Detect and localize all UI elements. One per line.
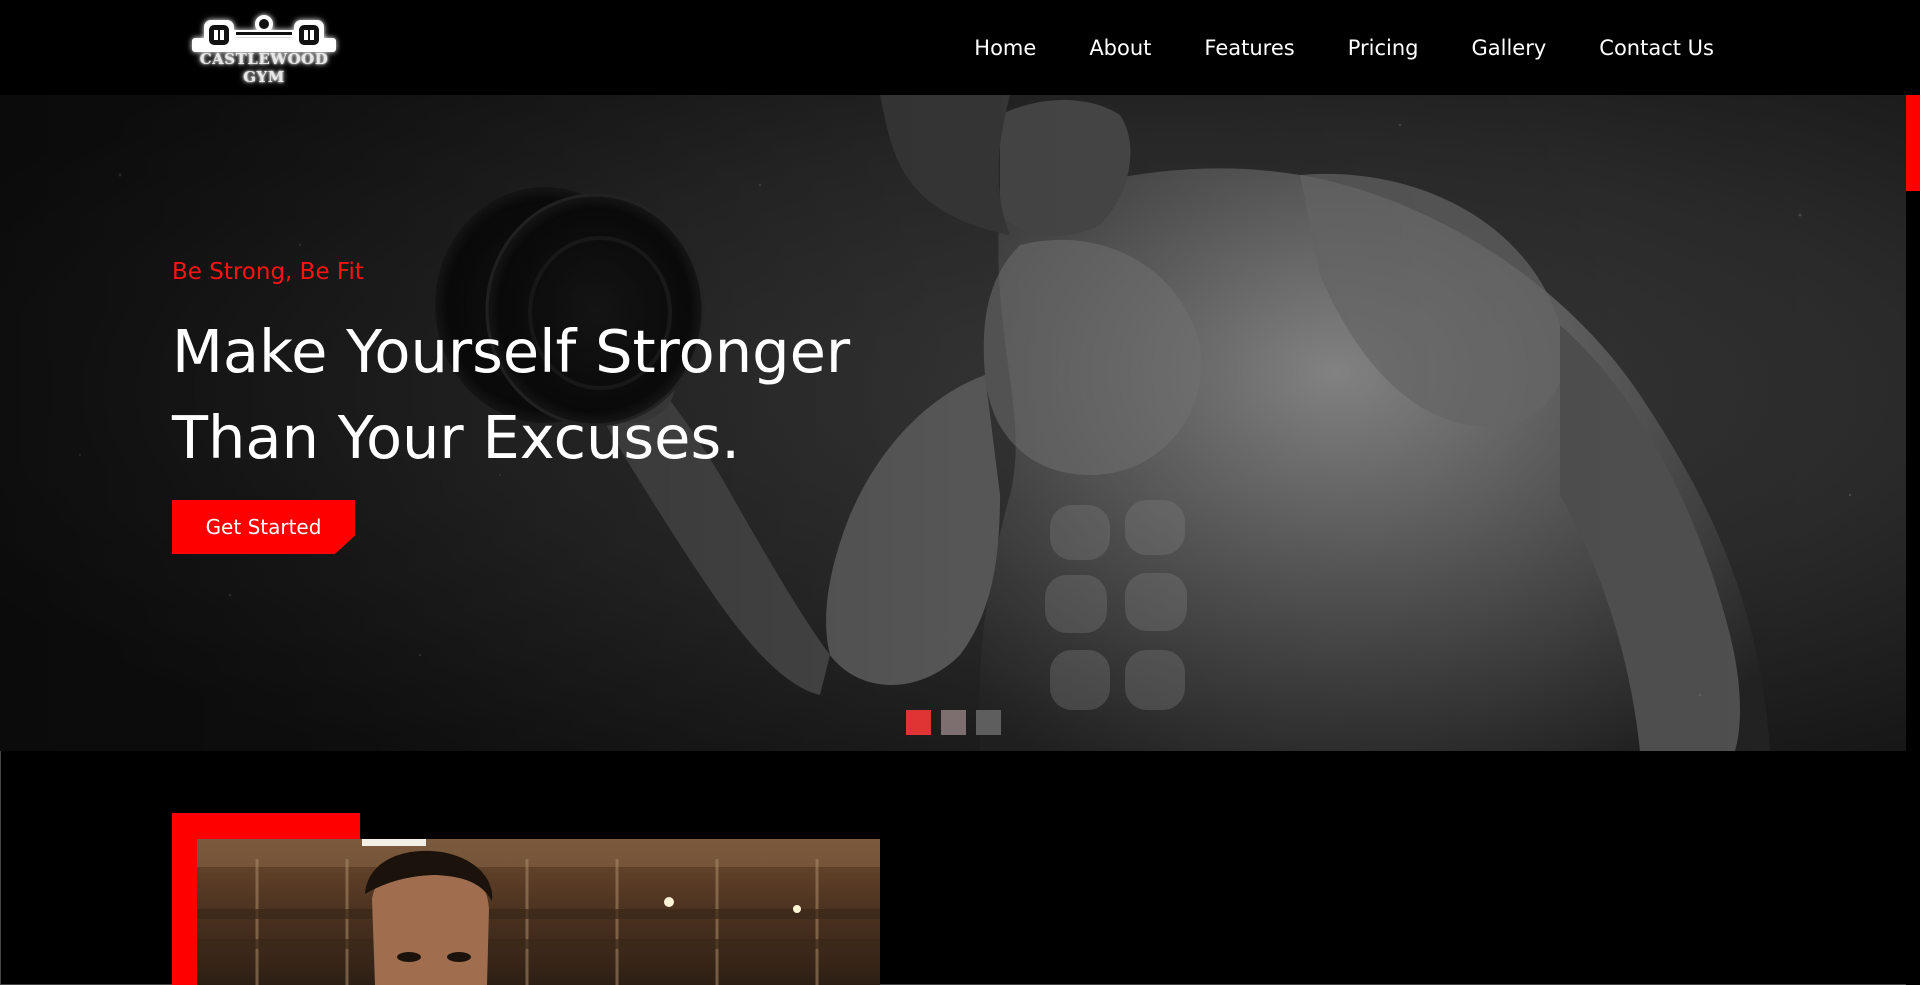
man-in-gym-photo bbox=[197, 839, 880, 985]
slider-pagination bbox=[906, 710, 1011, 735]
nav-item-features[interactable]: Features bbox=[1204, 36, 1294, 60]
brand-logo[interactable]: CASTLEWOOD GYM bbox=[184, 10, 344, 86]
slider-dot-1[interactable] bbox=[906, 710, 931, 735]
scrollbar-track[interactable] bbox=[1906, 95, 1920, 985]
slider-dot-2[interactable] bbox=[941, 710, 966, 735]
hero-title-line-2: Than Your Excuses. bbox=[172, 403, 740, 472]
hero-title-line-1: Make Yourself Stronger bbox=[172, 317, 851, 386]
scrollbar-thumb[interactable] bbox=[1906, 95, 1920, 191]
get-started-button[interactable]: Get Started bbox=[172, 500, 355, 554]
nav-item-pricing[interactable]: Pricing bbox=[1348, 36, 1419, 60]
navbar: CASTLEWOOD GYM Home About Features Prici… bbox=[0, 0, 1920, 95]
nav-item-about[interactable]: About bbox=[1089, 36, 1151, 60]
brand-logo-text: CASTLEWOOD GYM bbox=[199, 50, 329, 86]
hero-slider: Be Strong, Be Fit Make Yourself Stronger… bbox=[0, 95, 1906, 751]
main-nav: Home About Features Pricing Gallery Cont… bbox=[974, 0, 1714, 95]
hero-title: Make Yourself Stronger Than Your Excuses… bbox=[172, 309, 850, 481]
nav-item-contact-us[interactable]: Contact Us bbox=[1599, 36, 1714, 60]
slider-dot-3[interactable] bbox=[976, 710, 1001, 735]
nav-item-home[interactable]: Home bbox=[974, 36, 1036, 60]
nav-item-gallery[interactable]: Gallery bbox=[1472, 36, 1547, 60]
hero-tagline: Be Strong, Be Fit bbox=[172, 259, 364, 285]
about-section bbox=[172, 813, 880, 985]
